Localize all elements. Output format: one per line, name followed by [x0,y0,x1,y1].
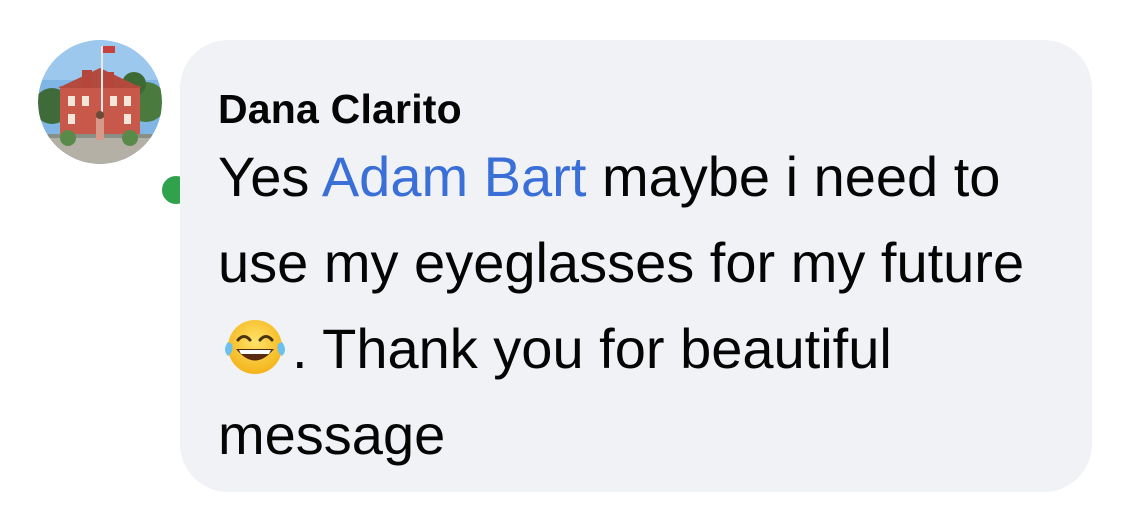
comment-text-before-mention: Yes [218,145,322,208]
comment-text: Yes Adam Bart maybe i need to use my eye… [218,134,1056,478]
face-with-tears-of-joy-icon [225,320,285,374]
comment-text-after-emoji: . Thank you for beautiful message [218,317,892,466]
avatar[interactable] [38,40,162,164]
comment-author[interactable]: Dana Clarito [218,84,1056,134]
comment: Dana Clarito Yes Adam Bart maybe i need … [0,0,1125,513]
avatar-container[interactable] [38,40,196,210]
comment-bubble: Dana Clarito Yes Adam Bart maybe i need … [180,40,1092,492]
mention-link[interactable]: Adam Bart [322,145,587,208]
